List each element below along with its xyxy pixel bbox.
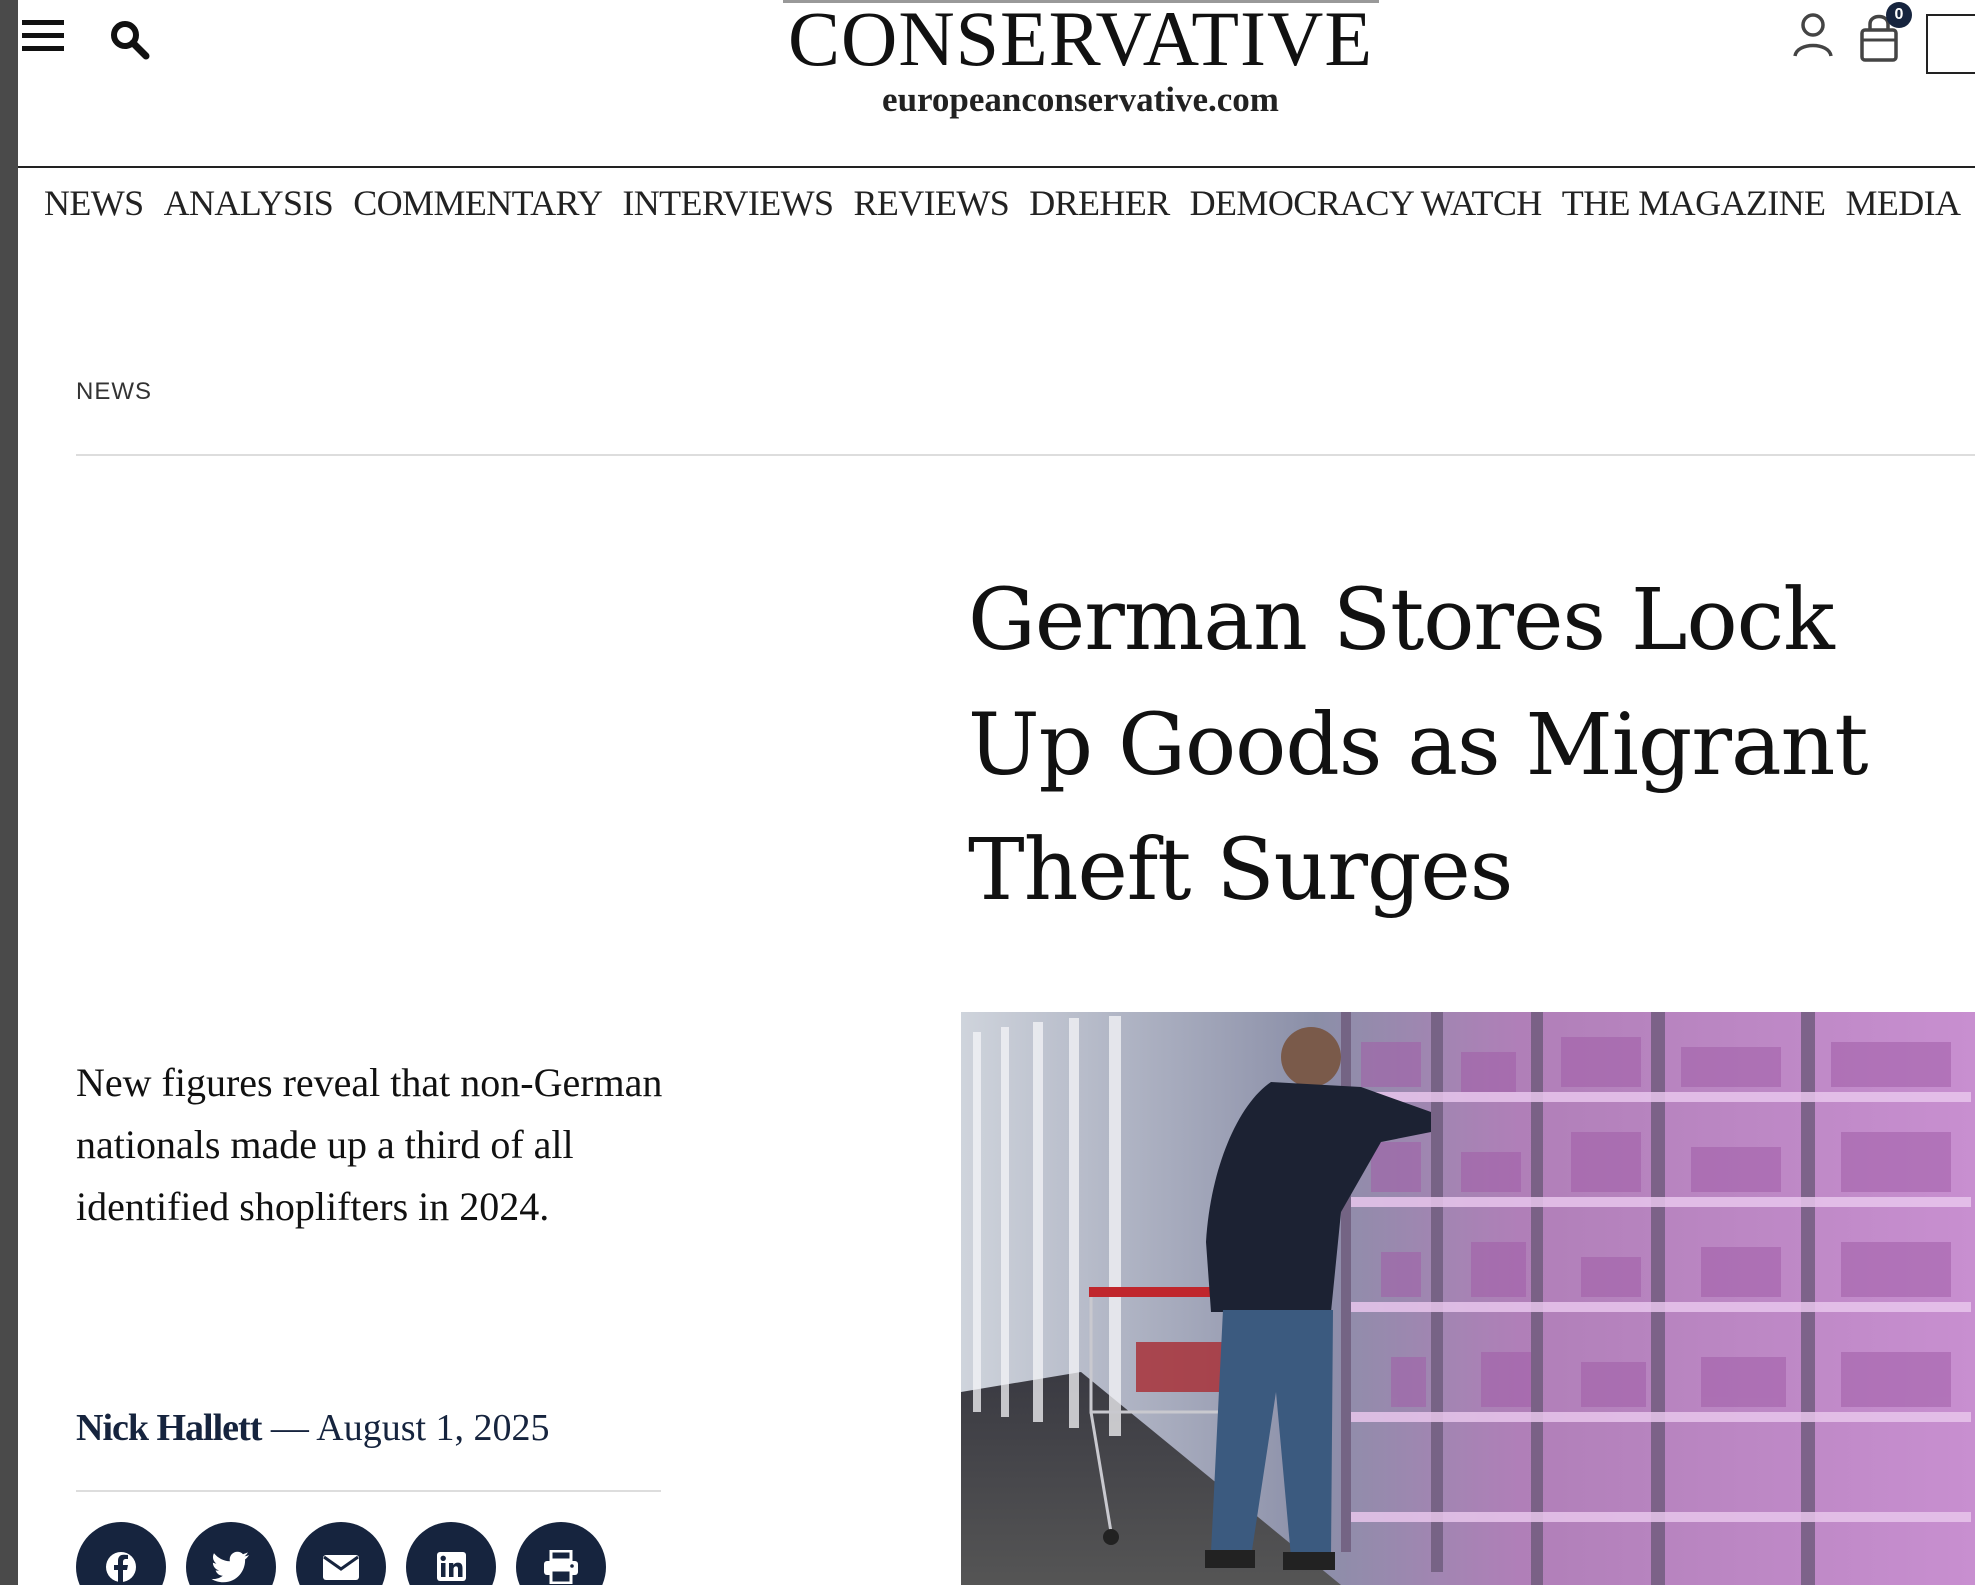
page: CONSERVATIVE europeanconservative.com 0 …	[18, 0, 1975, 1585]
cart-count-badge: 0	[1886, 2, 1912, 28]
print-icon	[544, 1550, 578, 1584]
facebook-share-button[interactable]	[76, 1522, 166, 1585]
linkedin-icon	[437, 1552, 466, 1581]
twitter-icon	[211, 1551, 249, 1583]
linkedin-share-button[interactable]	[406, 1522, 496, 1585]
nav-item-interviews[interactable]: INTERVIEWS	[622, 183, 834, 223]
divider	[76, 454, 1975, 456]
article-dek: New figures reveal that non-German natio…	[76, 1060, 663, 1229]
nav-item-media[interactable]: MEDIA	[1845, 183, 1961, 223]
email-share-button[interactable]	[296, 1522, 386, 1585]
window-frame	[0, 0, 18, 1585]
nav-item-the-magazine[interactable]: THE MAGAZINE	[1562, 183, 1826, 223]
supermarket-freezer-photo	[961, 1012, 1975, 1585]
site-logo[interactable]: CONSERVATIVE	[718, 0, 1443, 84]
search-icon[interactable]	[110, 20, 150, 60]
nav-item-news[interactable]: NEWS	[44, 183, 144, 223]
nav-item-analysis[interactable]: ANALYSIS	[164, 183, 334, 223]
site-url: europeanconservative.com	[882, 80, 1279, 119]
user-account-icon[interactable]	[1792, 12, 1834, 58]
byline: Nick Hallett — August 1, 2025	[76, 1406, 550, 1450]
site-header: CONSERVATIVE europeanconservative.com 0	[18, 0, 1975, 168]
article-hero-image	[961, 1012, 1975, 1585]
article-headline: German Stores Lock Up Goods as Migrant T…	[968, 571, 1869, 920]
main-navigation: NEWS ANALYSIS COMMENTARY INTERVIEWS REVIEWS D…	[44, 182, 1975, 224]
twitter-share-button[interactable]	[186, 1522, 276, 1585]
header-search-box[interactable]	[1926, 14, 1975, 74]
facebook-icon	[106, 1552, 136, 1584]
article-category[interactable]: NEWS	[76, 378, 152, 406]
email-icon	[323, 1555, 359, 1580]
nav-item-dreher[interactable]: DREHER	[1029, 183, 1170, 223]
divider	[76, 1490, 661, 1492]
publish-date: August 1, 2025	[316, 1407, 550, 1449]
nav-item-democracy-watch[interactable]: DEMOCRACY WATCH	[1190, 183, 1543, 223]
author-link[interactable]: Nick Hallett	[76, 1407, 262, 1449]
nav-item-commentary[interactable]: COMMENTARY	[353, 183, 603, 223]
nav-item-reviews[interactable]: REVIEWS	[853, 183, 1009, 223]
hamburger-menu-icon[interactable]	[22, 18, 64, 54]
byline-separator: —	[270, 1407, 309, 1449]
print-share-button[interactable]	[516, 1522, 606, 1585]
